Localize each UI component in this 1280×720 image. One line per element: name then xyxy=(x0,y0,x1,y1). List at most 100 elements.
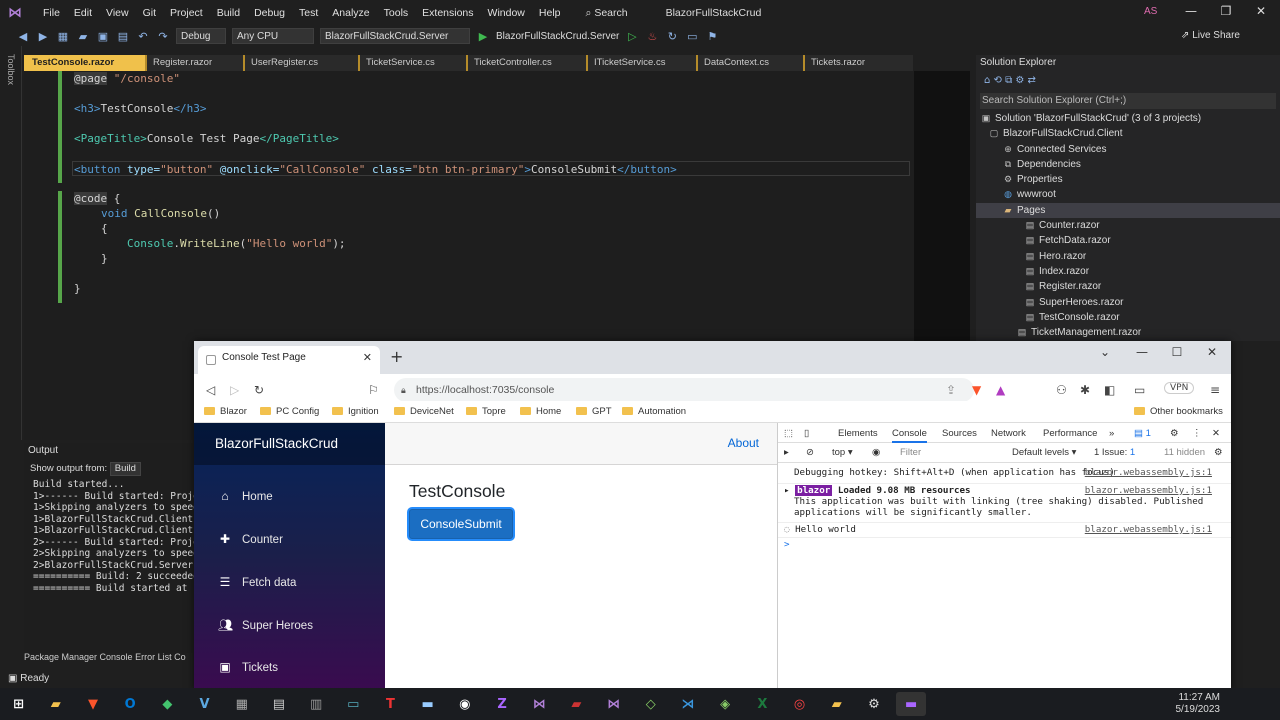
solution-search-input[interactable]: Search Solution Explorer (Ctrl+;) xyxy=(980,93,1276,109)
bookmark-icon[interactable]: ⚑ xyxy=(705,30,719,43)
tab-tickets[interactable]: Tickets.razor xyxy=(803,55,913,71)
outlook-icon[interactable]: O xyxy=(115,692,145,716)
more-options-icon[interactable]: ⋮ xyxy=(1192,428,1202,439)
devtools-tab-network[interactable]: Network xyxy=(991,428,1026,439)
tree-item[interactable]: ▤ Index.razor xyxy=(976,264,1280,279)
menu-analyze[interactable]: Analyze xyxy=(325,7,376,19)
new-tab-button[interactable]: + xyxy=(390,347,403,366)
devtools-tab-elements[interactable]: Elements xyxy=(838,428,878,439)
browser-close-button[interactable]: ✕ xyxy=(1197,345,1227,359)
log-levels-dropdown[interactable]: Default levels ▾ xyxy=(1012,447,1076,458)
run-target-label[interactable]: BlazorFullStackCrud.Server xyxy=(496,31,619,42)
tree-item[interactable]: ▣ Solution 'BlazorFullStackCrud' (3 of 3 … xyxy=(976,111,1280,126)
address-bar[interactable]: 🔒︎ https://localhost:7035/console xyxy=(394,378,974,402)
app-icon[interactable]: ▥ xyxy=(301,692,331,716)
nav-counter[interactable]: ✚ Counter xyxy=(218,528,283,550)
undo-icon[interactable]: ↶ xyxy=(136,30,150,43)
context-dropdown[interactable]: top ▾ xyxy=(832,447,853,458)
tree-item[interactable]: ▤ Register.razor xyxy=(976,279,1280,294)
app-icon[interactable]: ▦ xyxy=(227,692,257,716)
config-dropdown[interactable]: Debug xyxy=(176,28,226,44)
wallet-icon[interactable]: ▭ xyxy=(1134,383,1145,397)
devtools-tab-console[interactable]: Console xyxy=(892,428,927,443)
tree-item[interactable]: ▤ Hero.razor xyxy=(976,249,1280,264)
vscode-icon[interactable]: ⋊ xyxy=(673,692,703,716)
app-icon[interactable]: ▤ xyxy=(264,692,294,716)
layout-icon[interactable]: ▭ xyxy=(685,30,699,43)
menu-debug[interactable]: Debug xyxy=(247,7,292,19)
minimize-button[interactable]: — xyxy=(1176,4,1206,18)
tab-userregister[interactable]: UserRegister.cs xyxy=(243,55,358,71)
bookmark-folder[interactable]: DeviceNet xyxy=(394,406,454,417)
device-toggle-icon[interactable]: ▯ xyxy=(804,428,809,439)
tab-testconsole[interactable]: TestConsole.razor xyxy=(24,55,145,71)
app-icon[interactable]: T xyxy=(375,692,405,716)
output-source-dropdown[interactable]: Build xyxy=(109,462,141,476)
back-icon[interactable]: ◁ xyxy=(206,383,215,397)
brave-browser-icon[interactable]: ▼ xyxy=(78,692,108,716)
minimap[interactable] xyxy=(914,71,970,341)
app-icon[interactable]: ⚙ xyxy=(859,692,889,716)
extensions-puzzle-icon[interactable]: ✱ xyxy=(1080,383,1090,397)
menu-window[interactable]: Window xyxy=(481,7,532,19)
menu-icon[interactable]: ≡ xyxy=(1210,383,1220,397)
tab-register[interactable]: Register.razor xyxy=(145,55,243,71)
account-avatar[interactable]: AS xyxy=(1144,6,1162,20)
run-without-debug-icon[interactable]: ▷ xyxy=(625,30,639,43)
nav-home[interactable]: ⌂ Home xyxy=(218,485,272,507)
brave-rewards-icon[interactable]: ▲ xyxy=(996,383,1005,397)
tree-item[interactable]: ⧉ Dependencies xyxy=(976,157,1280,172)
back-icon[interactable]: ◀ xyxy=(16,30,30,43)
excel-icon[interactable]: X xyxy=(747,692,777,716)
sidebar-icon[interactable]: ◧ xyxy=(1104,383,1115,397)
app-icon[interactable]: ◇ xyxy=(636,692,666,716)
console-submit-button[interactable]: ConsoleSubmit xyxy=(409,509,513,539)
visual-studio-icon[interactable]: ⋈ xyxy=(524,692,554,716)
menu-file[interactable]: File xyxy=(36,7,67,19)
bookmark-folder[interactable]: Automation xyxy=(622,406,686,417)
system-tray-clock[interactable]: 11:27 AM 5/19/2023 xyxy=(1176,692,1221,716)
settings-icon[interactable]: ⚙ xyxy=(1170,428,1179,439)
toolbox-strip[interactable]: Toolbox xyxy=(0,46,22,440)
extension-icon[interactable]: ⚇ xyxy=(1056,383,1067,397)
console-source-link[interactable]: blazor.webassembly.js:1 xyxy=(1085,524,1212,535)
save-all-icon[interactable]: ▤ xyxy=(116,30,130,43)
tab-search-icon[interactable]: ⌄ xyxy=(1090,345,1120,359)
forward-icon[interactable]: ▶ xyxy=(36,30,50,43)
tree-item[interactable]: ⚙ Properties xyxy=(976,172,1280,187)
tree-item[interactable]: ▰ Pages xyxy=(976,202,1280,219)
browser-maximize-button[interactable]: ☐ xyxy=(1162,345,1192,359)
bookmark-folder[interactable]: Blazor xyxy=(204,406,247,417)
nav-fetch-data[interactable]: ☰ Fetch data xyxy=(218,571,297,593)
chrome-icon[interactable]: ◎ xyxy=(785,692,815,716)
nav-super-heroes[interactable]: 👥︎ Super Heroes xyxy=(218,614,313,636)
app-icon[interactable]: ▭ xyxy=(338,692,368,716)
issues-counter[interactable]: ▤ 1 xyxy=(1134,428,1151,439)
tree-item[interactable]: ⊕ Connected Services xyxy=(976,142,1280,157)
issues-button[interactable]: 1 Issue: 1 xyxy=(1094,447,1135,458)
other-bookmarks-folder[interactable]: Other bookmarks xyxy=(1134,406,1223,417)
menu-extensions[interactable]: Extensions xyxy=(415,7,480,19)
platform-dropdown[interactable]: Any CPU xyxy=(232,28,314,44)
tree-item[interactable]: ▤ Counter.razor xyxy=(976,218,1280,233)
eye-icon[interactable]: ◉ xyxy=(872,447,880,458)
tab-ticketservice[interactable]: TicketService.cs xyxy=(358,55,466,71)
bookmark-folder[interactable]: GPT xyxy=(576,406,612,417)
vpn-button[interactable]: VPN xyxy=(1164,382,1195,394)
console-source-link[interactable]: blazor.webassembly.js:1 xyxy=(1085,467,1212,478)
app-icon[interactable]: ▬ xyxy=(413,692,443,716)
file-explorer-icon[interactable]: ▰ xyxy=(41,692,71,716)
tab-ticketcontroller[interactable]: TicketController.cs xyxy=(466,55,586,71)
tab-close-icon[interactable]: ✕ xyxy=(363,346,372,370)
new-item-icon[interactable]: ▦ xyxy=(56,30,70,43)
tree-item[interactable]: ▤ TicketManagement.razor xyxy=(976,325,1280,340)
share-icon[interactable]: ⇪ xyxy=(946,383,956,397)
tab-iticketservice[interactable]: ITicketService.cs xyxy=(586,55,696,71)
nav-tickets[interactable]: ▣ Tickets xyxy=(218,656,278,678)
expand-arrow-icon[interactable]: ▸ xyxy=(784,485,795,496)
close-button[interactable]: ✕ xyxy=(1246,4,1276,18)
devtools-tab-sources[interactable]: Sources xyxy=(942,428,977,439)
save-icon[interactable]: ▣ xyxy=(96,30,110,43)
menu-edit[interactable]: Edit xyxy=(67,7,99,19)
tab-datacontext[interactable]: DataContext.cs xyxy=(696,55,803,71)
